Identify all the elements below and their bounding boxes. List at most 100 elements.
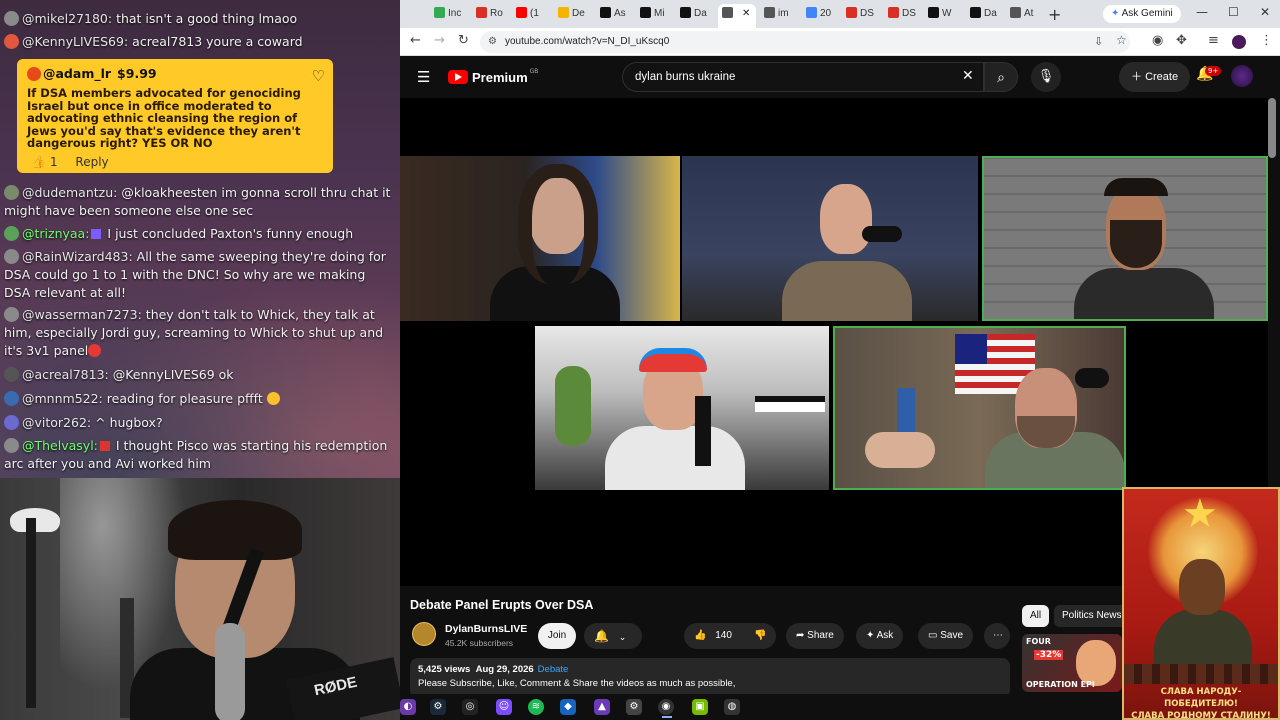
maximize-icon[interactable]: ☐ [1228, 5, 1239, 19]
chip-politics-news[interactable]: Politics News [1054, 605, 1130, 627]
browser-tab[interactable]: As [596, 4, 626, 24]
browser-tab[interactable]: (1 [512, 4, 539, 24]
channel-name[interactable]: DylanBurnsLIVE [445, 623, 527, 635]
browser-tab[interactable]: At [1006, 4, 1033, 24]
back-arrow-icon[interactable]: ← [410, 33, 421, 48]
close-window-icon[interactable]: ✕ [1260, 5, 1270, 19]
avatar[interactable] [4, 185, 19, 200]
bell-icon: 🔔 [594, 629, 609, 643]
new-tab-button[interactable]: + [1048, 5, 1061, 24]
avatar[interactable] [4, 226, 19, 241]
minimize-icon[interactable]: — [1196, 5, 1208, 19]
chat-username[interactable]: @triznyaa: [22, 226, 89, 241]
browser-tab[interactable]: Inc [430, 4, 461, 24]
avatar[interactable] [4, 11, 19, 26]
chat-username[interactable]: @acreal7813: [22, 367, 109, 382]
page-scrollbar[interactable] [1268, 98, 1276, 158]
chat-username[interactable]: @RainWizard483: [22, 249, 133, 264]
avatar[interactable] [4, 438, 19, 453]
obs-icon[interactable]: ◎ [462, 699, 478, 715]
browser-tab[interactable]: De [554, 4, 585, 24]
reading-list-icon[interactable]: ≡ [1208, 33, 1219, 48]
screen: @mikel27180: that isn't a good thing lma… [0, 0, 1280, 720]
ask-button[interactable]: ✦ Ask [856, 623, 904, 649]
browser-tab[interactable]: Ro [472, 4, 503, 24]
browser-tab-active[interactable]: ✕ [718, 4, 756, 28]
extensions-puzzle-icon[interactable]: ✥ [1176, 33, 1187, 48]
youtube-logo[interactable]: Premium GB [448, 67, 538, 87]
chat-username[interactable]: @wasserman7273: [22, 307, 142, 322]
steam-icon[interactable]: ⚙ [430, 699, 446, 715]
avatar[interactable] [4, 307, 19, 322]
search-input[interactable]: dylan burns ukraine [622, 62, 984, 92]
create-button[interactable]: ＋ Create [1119, 62, 1191, 92]
dislike-button[interactable]: 👎 [746, 623, 776, 649]
address-bar[interactable]: ⚙ youtube.com/watch?v=N_DI_uKscq0 [480, 31, 1130, 53]
more-actions-button[interactable]: ⋯ [984, 623, 1010, 649]
avatar[interactable] [4, 415, 19, 430]
bookmark-star-icon[interactable]: ☆ [1116, 33, 1127, 47]
heart-icon[interactable]: ♡ [312, 67, 325, 85]
app-icon[interactable]: ◆ [560, 699, 576, 715]
avatar[interactable] [4, 367, 19, 382]
microphone [1075, 368, 1109, 388]
ask-gemini-button[interactable]: ✦ Ask Gemini [1103, 5, 1181, 23]
menu-kebab-icon[interactable]: ⋮ [1260, 33, 1273, 48]
forward-arrow-icon[interactable]: → [434, 33, 445, 48]
clear-search-icon[interactable]: ✕ [962, 68, 974, 84]
hashtag-link[interactable]: Debate [538, 664, 569, 675]
browser-tab[interactable]: 20 [802, 4, 831, 24]
tab-label: 20 [820, 8, 832, 19]
channel-avatar[interactable] [412, 622, 436, 646]
description-box[interactable]: 5,425 views Aug 29, 2026 Debate Please Su… [410, 658, 1010, 698]
superchat-card[interactable]: @adam_lr $9.99 ♡ If DSA members advocated… [17, 59, 333, 173]
close-tab-icon[interactable]: ✕ [742, 8, 750, 19]
reload-icon[interactable]: ↻ [458, 33, 469, 48]
superchat-username[interactable]: @adam_lr [43, 66, 111, 81]
voice-search-button[interactable]: 🎙 [1031, 62, 1061, 92]
browser-tab[interactable]: Da [966, 4, 997, 24]
browser-tab[interactable]: DS [842, 4, 874, 24]
chat-username[interactable]: @mikel27180: [22, 11, 112, 26]
chat-username[interactable]: @vitor262: [22, 415, 91, 430]
browser-tab[interactable]: im [760, 4, 789, 24]
reply-button[interactable]: Reply [75, 155, 108, 169]
chat-username[interactable]: @Thelvasyl: [22, 438, 98, 453]
chat-username[interactable]: @mnnm522: [22, 391, 103, 406]
hamburger-menu-icon[interactable]: ☰ [417, 68, 430, 86]
recommended-video-thumbnail[interactable]: FOUR -32% OPERATION EPI [1022, 634, 1122, 692]
avatar[interactable] [4, 249, 19, 264]
chip-all[interactable]: All [1022, 605, 1050, 627]
extension-icon[interactable]: ◉ [1152, 33, 1163, 48]
settings-icon[interactable]: ⚙ [626, 699, 642, 715]
avatar[interactable] [4, 391, 19, 406]
subscribed-button[interactable]: 🔔 ⌄ [584, 623, 642, 649]
profile-avatar[interactable] [1232, 35, 1246, 49]
spotify-icon[interactable]: ≋ [528, 699, 544, 715]
browser-tab[interactable]: Da [676, 4, 707, 24]
site-info-icon[interactable]: ⚙ [488, 31, 497, 53]
browser-tab[interactable]: W [924, 4, 951, 24]
chat-username[interactable]: @dudemantzu: [22, 185, 117, 200]
share-button[interactable]: ➦ Share [786, 623, 844, 649]
chrome-icon[interactable]: ◉ [658, 699, 674, 715]
superchat-amount: $9.99 [117, 66, 157, 81]
join-button[interactable]: Join [538, 623, 576, 649]
like-count: 1 [49, 155, 58, 169]
search-button[interactable]: ⌕ [984, 62, 1018, 92]
thumbs-up-icon[interactable]: 👍 [31, 155, 46, 169]
discord-icon[interactable]: ☺ [496, 699, 512, 715]
app-icon[interactable]: ◍ [724, 699, 740, 715]
avatar[interactable] [27, 67, 41, 81]
browser-tab[interactable]: Mi [636, 4, 665, 24]
app-icon[interactable]: ▲ [594, 699, 610, 715]
taskbar: ◐ ⚙ ◎ ☺ ≋ ◆ ▲ ⚙ ◉ ▣ ◍ [400, 694, 1120, 720]
account-avatar[interactable] [1231, 65, 1253, 87]
chat-username[interactable]: @KennyLIVES69: [22, 34, 128, 49]
install-app-icon[interactable]: ⇩ [1094, 35, 1103, 48]
app-launcher-icon[interactable]: ◐ [400, 699, 416, 715]
browser-tab[interactable]: DS [884, 4, 916, 24]
avatar[interactable] [4, 34, 19, 49]
save-button[interactable]: ▭ Save [918, 623, 974, 649]
nvidia-icon[interactable]: ▣ [692, 699, 708, 715]
